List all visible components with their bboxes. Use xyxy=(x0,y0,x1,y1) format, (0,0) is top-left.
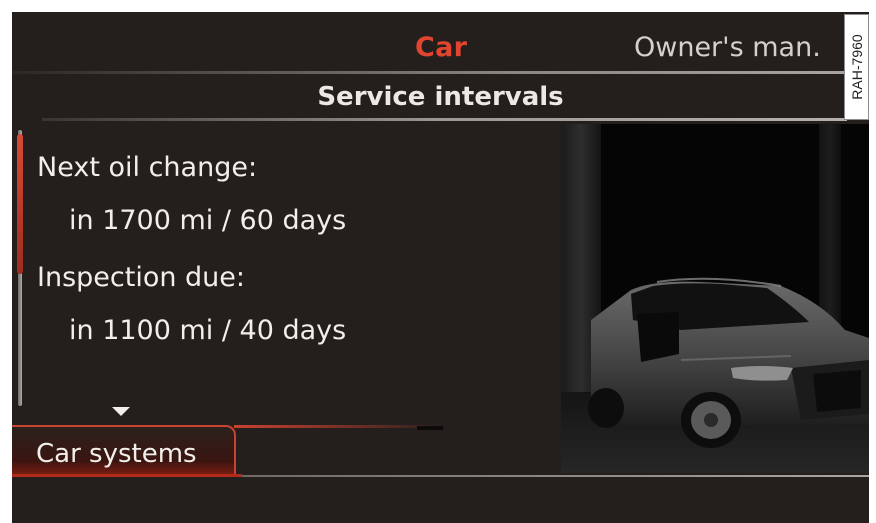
car-illustration xyxy=(561,124,869,473)
oil-change-value: in 1700 mi / 60 days xyxy=(69,205,347,236)
oil-change-label: Next oil change: xyxy=(37,152,258,183)
top-bar: Car Owner's man. xyxy=(12,12,845,74)
footer-accent-line xyxy=(12,474,242,477)
reference-code-label: RAH-7960 xyxy=(844,14,869,120)
car-systems-label[interactable]: Car systems xyxy=(36,439,197,469)
inspection-label: Inspection due: xyxy=(37,262,245,293)
page-title: Service intervals xyxy=(317,82,564,112)
down-arrow-icon[interactable] xyxy=(112,407,130,416)
tab-highlight-shadow xyxy=(417,426,443,430)
footer-divider xyxy=(242,475,869,477)
header-divider xyxy=(12,71,845,74)
infotainment-screen: Car Owner's man. Service intervals RAH-7… xyxy=(12,12,869,523)
tab-owners-manual[interactable]: Owner's man. xyxy=(634,32,821,63)
car-image xyxy=(561,124,869,473)
inspection-value: in 1100 mi / 40 days xyxy=(69,315,347,346)
tab-car[interactable]: Car xyxy=(415,32,467,63)
scrollbar-thumb[interactable] xyxy=(17,134,23,274)
tab-highlight-line xyxy=(234,425,444,428)
reference-code-text: RAH-7960 xyxy=(848,34,865,100)
title-divider xyxy=(42,118,847,121)
